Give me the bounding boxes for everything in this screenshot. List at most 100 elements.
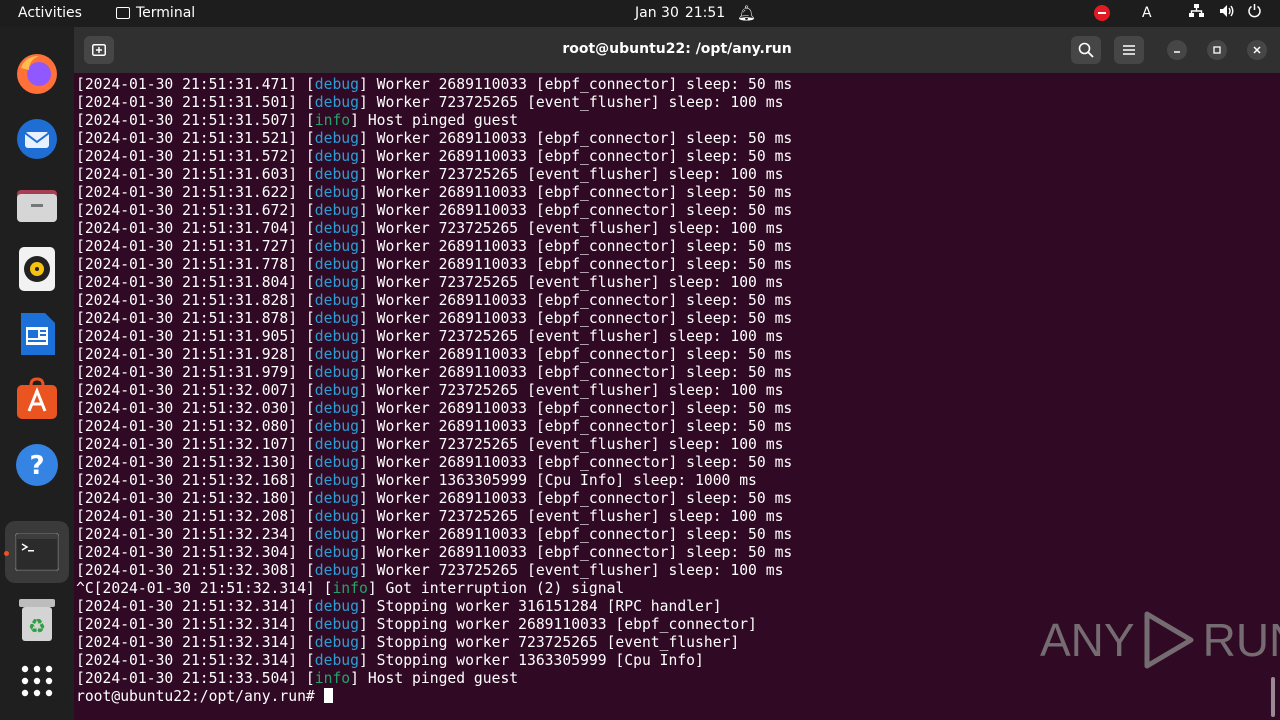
title-bar[interactable]: root@ubuntu22: /opt/any.run [74, 27, 1280, 73]
log-message: ] Worker 2689110033 [ebpf_connector] sle… [358, 292, 793, 309]
log-prefix: [2024-01-30 21:51:31.979] [ [76, 364, 315, 381]
prompt-line[interactable]: root@ubuntu22:/opt/any.run# [76, 688, 1256, 706]
log-level: debug [314, 418, 359, 435]
log-level: debug [314, 76, 359, 93]
thunderbird-icon[interactable] [13, 115, 61, 163]
clock[interactable]: Jan 30 21:51 [635, 5, 725, 21]
log-message: ] Worker 723725265 [event_flusher] sleep… [358, 220, 784, 237]
log-prefix: [2024-01-30 21:51:31.828] [ [76, 292, 315, 309]
terminal-app-icon [116, 7, 130, 19]
log-message: ] Worker 2689110033 [ebpf_connector] sle… [358, 76, 793, 93]
log-level: debug [314, 562, 359, 579]
terminal-line: [2024-01-30 21:51:31.727] [debug] Worker… [76, 238, 1256, 256]
log-level: debug [314, 364, 359, 381]
log-level: debug [314, 526, 359, 543]
power-icon[interactable] [1247, 3, 1262, 22]
input-source-indicator[interactable]: A [1142, 5, 1152, 21]
menu-button[interactable] [1114, 36, 1144, 64]
log-message: ] Worker 1363305999 [Cpu Info] sleep: 10… [358, 472, 757, 489]
log-message: ] Worker 2689110033 [ebpf_connector] sle… [358, 400, 793, 417]
log-prefix: ^C[2024-01-30 21:51:32.314] [ [76, 580, 333, 597]
log-message: ] Worker 2689110033 [ebpf_connector] sle… [358, 310, 793, 327]
log-prefix: [2024-01-30 21:51:32.168] [ [76, 472, 315, 489]
log-level: debug [314, 634, 359, 651]
software-icon[interactable] [13, 375, 61, 423]
log-prefix: [2024-01-30 21:51:31.501] [ [76, 94, 315, 111]
shell-prompt: root@ubuntu22:/opt/any.run# [76, 688, 324, 705]
terminal-line: [2024-01-30 21:51:32.007] [debug] Worker… [76, 382, 1256, 400]
watermark-left-text: ANY [1040, 614, 1135, 666]
svg-text:♻: ♻ [28, 614, 46, 638]
terminal-icon[interactable] [13, 528, 61, 576]
log-level: debug [314, 454, 359, 471]
log-level: debug [314, 382, 359, 399]
files-icon[interactable] [13, 180, 61, 228]
log-message: ] Worker 723725265 [event_flusher] sleep… [358, 274, 784, 291]
svg-text:?: ? [29, 451, 44, 481]
play-logo-icon [1144, 611, 1194, 669]
terminal-line: [2024-01-30 21:51:32.107] [debug] Worker… [76, 436, 1256, 454]
log-message: ] Worker 2689110033 [ebpf_connector] sle… [358, 202, 793, 219]
log-message: ] Host pinged guest [350, 112, 519, 129]
rhythmbox-icon[interactable] [13, 245, 61, 293]
terminal-line: [2024-01-30 21:51:31.603] [debug] Worker… [76, 166, 1256, 184]
do-not-disturb-icon[interactable] [1094, 5, 1110, 21]
bell-icon: 🔔︎ [737, 4, 757, 22]
search-button[interactable] [1071, 36, 1101, 64]
dock: ? ♻ [0, 27, 74, 720]
log-prefix: [2024-01-30 21:51:32.007] [ [76, 382, 315, 399]
log-prefix: [2024-01-30 21:51:32.234] [ [76, 526, 315, 543]
log-level: debug [314, 166, 359, 183]
terminal-line: [2024-01-30 21:51:32.234] [debug] Worker… [76, 526, 1256, 544]
log-message: ] Host pinged guest [350, 670, 519, 687]
log-message: ] Worker 723725265 [event_flusher] sleep… [358, 436, 784, 453]
log-prefix: [2024-01-30 21:51:31.471] [ [76, 76, 315, 93]
apps-grid-icon[interactable] [13, 657, 61, 705]
log-message: ] Worker 2689110033 [ebpf_connector] sle… [358, 346, 793, 363]
running-indicator [4, 551, 9, 556]
terminal-line: [2024-01-30 21:51:31.979] [debug] Worker… [76, 364, 1256, 382]
trash-icon[interactable]: ♻ [13, 595, 61, 643]
log-prefix: [2024-01-30 21:51:33.504] [ [76, 670, 315, 687]
log-prefix: [2024-01-30 21:51:32.314] [ [76, 652, 315, 669]
activities-button[interactable]: Activities [18, 5, 82, 21]
log-prefix: [2024-01-30 21:51:31.672] [ [76, 202, 315, 219]
maximize-button[interactable] [1207, 40, 1227, 60]
scrollbar[interactable] [1271, 677, 1275, 717]
help-icon[interactable]: ? [13, 441, 61, 489]
log-prefix: [2024-01-30 21:51:32.314] [ [76, 616, 315, 633]
log-level: debug [314, 130, 359, 147]
log-message: ] Worker 2689110033 [ebpf_connector] sle… [358, 526, 793, 543]
log-message: ] Worker 2689110033 [ebpf_connector] sle… [358, 238, 793, 255]
clock-time: 21:51 [684, 5, 726, 21]
log-level: debug [314, 202, 359, 219]
log-prefix: [2024-01-30 21:51:31.572] [ [76, 148, 315, 165]
terminal-line: [2024-01-30 21:51:31.928] [debug] Worker… [76, 346, 1256, 364]
terminal-line: [2024-01-30 21:51:32.130] [debug] Worker… [76, 454, 1256, 472]
terminal-line: [2024-01-30 21:51:32.180] [debug] Worker… [76, 490, 1256, 508]
log-prefix: [2024-01-30 21:51:32.308] [ [76, 562, 315, 579]
log-prefix: [2024-01-30 21:51:31.727] [ [76, 238, 315, 255]
log-level: debug [314, 616, 359, 633]
terminal-line: [2024-01-30 21:51:32.308] [debug] Worker… [76, 562, 1256, 580]
app-menu[interactable]: Terminal [116, 5, 195, 21]
firefox-icon[interactable] [13, 50, 61, 98]
close-button[interactable] [1247, 40, 1267, 60]
log-prefix: [2024-01-30 21:51:32.107] [ [76, 436, 315, 453]
terminal-line: [2024-01-30 21:51:33.504] [info] Host pi… [76, 670, 1256, 688]
watermark-right-text: RUN [1202, 614, 1280, 666]
text-cursor [323, 688, 333, 703]
log-level: debug [314, 310, 359, 327]
terminal-line: [2024-01-30 21:51:31.905] [debug] Worker… [76, 328, 1256, 346]
log-level: info [314, 112, 351, 129]
network-icon[interactable] [1189, 4, 1204, 22]
log-prefix: [2024-01-30 21:51:31.622] [ [76, 184, 315, 201]
terminal-line: [2024-01-30 21:51:31.778] [debug] Worker… [76, 256, 1256, 274]
anyrun-watermark: ANY RUN [1040, 610, 1280, 670]
writer-icon[interactable] [13, 310, 61, 358]
terminal-line: [2024-01-30 21:51:31.471] [debug] Worker… [76, 76, 1256, 94]
volume-icon[interactable] [1219, 4, 1235, 22]
log-message: ] Got interruption (2) signal [367, 580, 625, 597]
app-name: Terminal [136, 5, 196, 21]
minimize-button[interactable] [1167, 40, 1187, 60]
